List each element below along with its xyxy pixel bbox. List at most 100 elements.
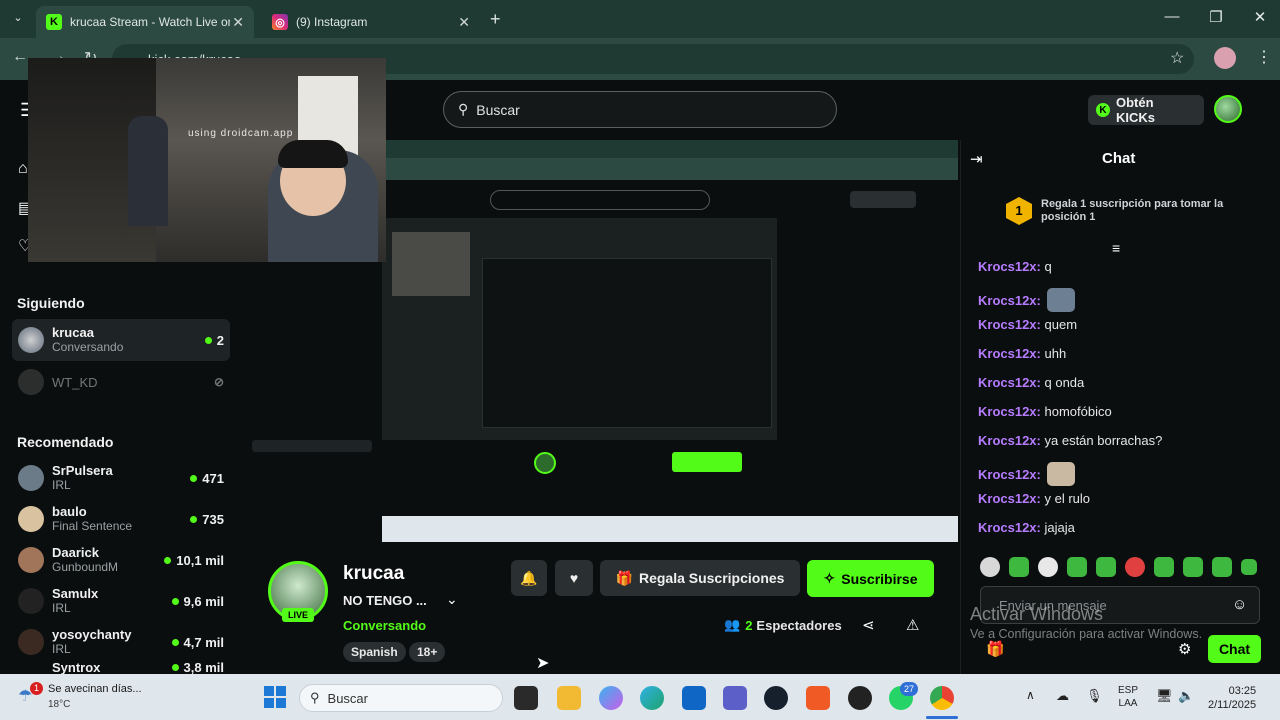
avatar bbox=[18, 369, 44, 395]
notification-bell-button[interactable]: 🔔 bbox=[511, 560, 547, 596]
viewer-count: 3,8 mil bbox=[171, 660, 224, 674]
sparkle-icon: ✧ bbox=[823, 570, 836, 586]
viewer-count: 10,1 mil bbox=[164, 553, 224, 568]
quick-emote-bar bbox=[980, 557, 1257, 577]
close-tab-icon[interactable]: ✕ bbox=[458, 14, 470, 31]
chat-message: Krocs12x: uhh bbox=[978, 346, 1067, 361]
microphone-icon[interactable]: 🎙 bbox=[1086, 688, 1103, 704]
chat-filter-icon[interactable]: ≡ bbox=[1112, 240, 1120, 256]
app-icon[interactable] bbox=[848, 686, 872, 710]
sidebar-item-syntrox[interactable]: Syntrox 3,8 mil bbox=[12, 660, 230, 674]
kick-coin-icon: K bbox=[1096, 103, 1110, 117]
sidebar-item-samulx[interactable]: Samulx IRL 9,6 mil bbox=[12, 580, 230, 622]
tab-title: (9) Instagram bbox=[296, 15, 368, 29]
sidebar-item-yosoychanty[interactable]: yosoychanty IRL 4,7 mil bbox=[12, 621, 230, 663]
pinned-gift-message: Regala 1 suscripción para tomar la posic… bbox=[1041, 198, 1224, 223]
channel-category: IRL bbox=[52, 601, 71, 615]
profile-avatar[interactable] bbox=[1214, 47, 1236, 69]
new-tab-plus-icon[interactable]: + bbox=[490, 9, 501, 30]
tag-spanish[interactable]: Spanish bbox=[343, 642, 406, 662]
channel-name[interactable]: krucaa bbox=[343, 563, 404, 585]
emote-icon bbox=[1046, 288, 1075, 312]
gift-icon[interactable]: 🎁 bbox=[986, 640, 1005, 658]
back-arrow-icon[interactable]: ← bbox=[12, 48, 28, 66]
onedrive-cloud-icon[interactable]: ☁ bbox=[1056, 688, 1069, 704]
collapse-chat-icon[interactable]: ⇥ bbox=[970, 150, 983, 168]
sidebar-item-srpulsera[interactable]: SrPulsera IRL 471 bbox=[12, 457, 230, 499]
tab-search-chevron-icon[interactable]: ⌄ bbox=[8, 8, 28, 28]
steam-icon[interactable] bbox=[764, 686, 788, 710]
file-explorer-icon[interactable] bbox=[557, 686, 581, 710]
bookmark-star-icon[interactable]: ☆ bbox=[1170, 48, 1184, 68]
emote-icon[interactable] bbox=[1096, 557, 1116, 577]
menu-dots-icon[interactable]: ⋮ bbox=[1256, 47, 1272, 67]
chat-message: Krocs12x: quem bbox=[978, 317, 1078, 332]
weather-temp: 18°C bbox=[48, 699, 71, 710]
emote-icon[interactable] bbox=[1183, 557, 1203, 577]
outlook-icon[interactable] bbox=[682, 686, 706, 710]
emote-icon[interactable] bbox=[1241, 559, 1257, 575]
avatar bbox=[18, 588, 44, 614]
search-input[interactable]: ⚲ Buscar bbox=[443, 91, 837, 128]
close-window-icon[interactable]: ✕ bbox=[1250, 8, 1270, 28]
chat-message: Krocs12x: q onda bbox=[978, 375, 1085, 390]
gift-subscriptions-button[interactable]: 🎁 Regala Suscripciones bbox=[600, 560, 800, 596]
follow-heart-button[interactable]: ♥ bbox=[555, 560, 593, 596]
minimize-icon[interactable]: — bbox=[1162, 8, 1182, 28]
edge-icon[interactable] bbox=[640, 686, 664, 710]
close-tab-icon[interactable]: ✕ bbox=[232, 14, 244, 31]
windows-start-icon[interactable] bbox=[264, 686, 286, 708]
task-view-icon[interactable] bbox=[514, 686, 538, 710]
emote-icon[interactable] bbox=[980, 557, 1000, 577]
user-avatar[interactable] bbox=[1214, 95, 1242, 123]
tab-krucaa-stream[interactable]: K krucaa Stream - Watch Live on K ✕ bbox=[36, 6, 254, 38]
channel-name: Samulx bbox=[52, 586, 99, 601]
sidebar-item-wt-kd[interactable]: WT_KD ⊘ bbox=[12, 361, 230, 403]
viewer-count-display: 👥 2 Espectadores bbox=[724, 617, 842, 633]
emote-icon[interactable] bbox=[1154, 557, 1174, 577]
captured-video bbox=[382, 218, 777, 440]
sidebar-item-baulo[interactable]: baulo Final Sentence 735 bbox=[12, 498, 230, 540]
home-icon[interactable]: ⌂ bbox=[18, 160, 28, 178]
subscribe-button[interactable]: ✧ Suscribirse bbox=[807, 560, 934, 597]
emoji-picker-icon[interactable]: ☺ bbox=[1232, 596, 1247, 613]
bell-icon: 🔔 bbox=[520, 569, 538, 586]
tag-18-plus[interactable]: 18+ bbox=[409, 642, 446, 662]
language-indicator[interactable]: ESP LAA bbox=[1118, 684, 1138, 710]
taskbar-search-box[interactable]: ⚲ Buscar bbox=[299, 684, 503, 712]
stream-category[interactable]: Conversando bbox=[343, 618, 426, 633]
show-hidden-icons-chevron-icon[interactable]: ∧ bbox=[1026, 688, 1035, 702]
channel-category: Final Sentence bbox=[52, 519, 133, 533]
emote-icon[interactable] bbox=[1038, 557, 1058, 577]
live-badge: LIVE bbox=[282, 608, 314, 622]
channel-name: WT_KD bbox=[52, 374, 98, 390]
emote-icon[interactable] bbox=[1212, 557, 1232, 577]
share-icon[interactable]: ⋖ bbox=[862, 616, 875, 634]
viewers-number: 2 bbox=[745, 617, 753, 633]
emote-icon[interactable] bbox=[1125, 557, 1145, 577]
expand-title-chevron-icon[interactable]: ⌄ bbox=[446, 591, 458, 608]
brave-icon[interactable] bbox=[806, 686, 830, 710]
report-warning-icon[interactable]: ⚠ bbox=[906, 616, 919, 634]
sidebar-item-krucaa[interactable]: krucaa Conversando 2 bbox=[12, 319, 230, 361]
emote-icon[interactable] bbox=[1009, 557, 1029, 577]
maximize-icon[interactable]: ❐ bbox=[1206, 8, 1226, 28]
offline-icon: ⊘ bbox=[213, 375, 224, 389]
channel-name: Syntrox bbox=[52, 660, 101, 674]
volume-icon[interactable]: 🔈 bbox=[1178, 688, 1194, 704]
tab-instagram[interactable]: ◎ (9) Instagram ✕ bbox=[262, 6, 480, 38]
clock[interactable]: 03:25 2/11/2025 bbox=[1208, 684, 1256, 712]
sidebar-item-daarick[interactable]: Daarick GunboundM 10,1 mil bbox=[12, 539, 230, 581]
settings-gear-icon[interactable]: ⚙ bbox=[1178, 640, 1191, 658]
weather-text[interactable]: Se avecinan días... bbox=[48, 683, 142, 695]
network-icon[interactable]: 🖥 bbox=[1156, 688, 1173, 704]
captured-subscribe bbox=[672, 452, 742, 472]
copilot-icon[interactable] bbox=[599, 686, 623, 710]
teams-icon[interactable] bbox=[723, 686, 747, 710]
avatar bbox=[18, 506, 44, 532]
webcam-overlay: using droidcam.app bbox=[28, 58, 386, 262]
emote-icon[interactable] bbox=[1067, 557, 1087, 577]
get-kicks-button[interactable]: K Obtén KICKs bbox=[1088, 95, 1204, 125]
chrome-icon[interactable] bbox=[930, 686, 954, 710]
chat-message: Krocs12x: y el rulo bbox=[978, 491, 1091, 506]
